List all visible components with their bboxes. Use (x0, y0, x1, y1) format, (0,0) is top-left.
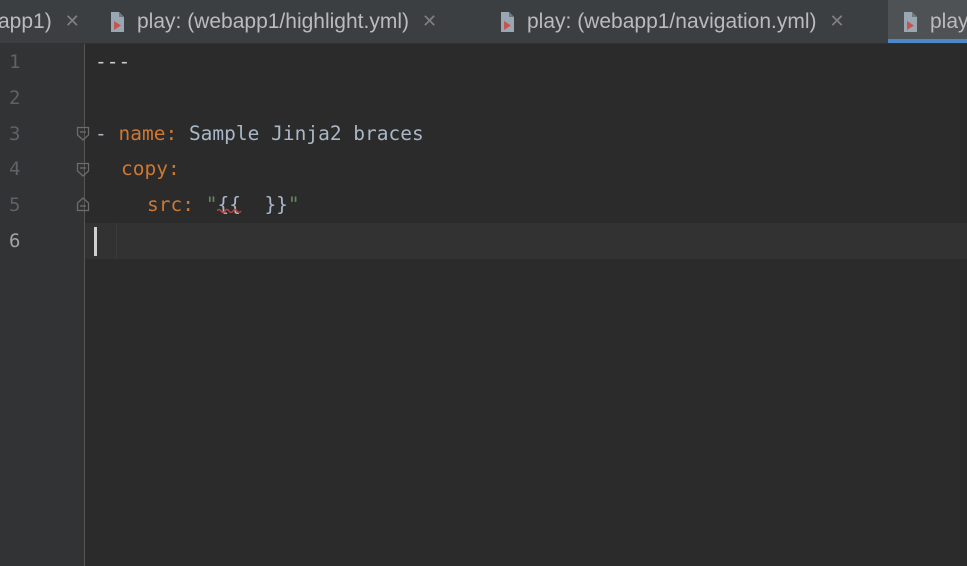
code-line-1: --- (95, 44, 130, 80)
yaml-colon: : (167, 157, 180, 180)
string-quote-close: " (287, 193, 300, 216)
playbook-file-icon (902, 10, 919, 34)
gutter-separator (84, 44, 85, 566)
tab-highlight-yml[interactable]: play: (webapp1/highlight.yml) ✕ (109, 0, 437, 43)
tab-active-play[interactable]: play (888, 0, 967, 43)
editor-tab-bar: app1) ✕ play: (webapp1/highlight.yml) ✕ … (0, 0, 967, 44)
jinja-close-braces: }} (264, 193, 288, 216)
yaml-value-name: Sample Jinja2 braces (188, 122, 424, 145)
close-icon[interactable]: ✕ (830, 11, 845, 32)
tab-label: play: (webapp1/navigation.yml) (527, 9, 817, 33)
active-tab-indicator (888, 39, 967, 43)
text-caret (94, 227, 97, 256)
fold-end-icon[interactable] (76, 196, 90, 212)
yaml-document-start: --- (95, 50, 131, 73)
tab-navigation-yml[interactable]: play: (webapp1/navigation.yml) ✕ (499, 0, 845, 43)
yaml-key-src: src (147, 193, 183, 216)
code-line-5: src: "{{ }}" (147, 187, 300, 223)
jinja-gap (241, 193, 264, 216)
indent-guide (116, 223, 117, 259)
current-line-highlight (85, 223, 967, 259)
line-number: 4 (9, 158, 21, 180)
jinja-open-braces-error: {{ (217, 193, 243, 216)
line-number: 2 (9, 87, 21, 109)
code-editor[interactable]: 1 2 3 4 5 6 --- - name: Sample Jinja2 br… (0, 44, 967, 566)
yaml-colon: : (182, 193, 206, 216)
line-number: 5 (9, 194, 21, 216)
close-icon[interactable]: ✕ (65, 11, 80, 32)
string-quote-open: " (205, 193, 218, 216)
yaml-colon: : (165, 122, 189, 145)
yaml-key-copy: copy (121, 157, 168, 180)
playbook-file-icon (109, 10, 126, 34)
fold-start-icon[interactable] (76, 162, 90, 178)
yaml-key-name: name (118, 122, 166, 145)
fold-start-icon[interactable] (76, 126, 90, 142)
yaml-sequence-dash: - (95, 122, 119, 145)
line-number: 1 (9, 51, 21, 73)
tab-label: play (930, 9, 967, 33)
code-line-3: - name: Sample Jinja2 braces (95, 116, 424, 152)
error-squiggle-icon (217, 208, 243, 213)
playbook-file-icon (499, 10, 516, 34)
line-number-current: 6 (9, 230, 21, 252)
close-icon[interactable]: ✕ (422, 11, 437, 32)
tab-label: app1) (0, 9, 52, 33)
tab-webapp1-partial[interactable]: app1) ✕ (0, 0, 80, 43)
tab-label: play: (webapp1/highlight.yml) (137, 9, 409, 33)
code-line-4: copy: (121, 151, 180, 187)
line-number: 3 (9, 123, 21, 145)
